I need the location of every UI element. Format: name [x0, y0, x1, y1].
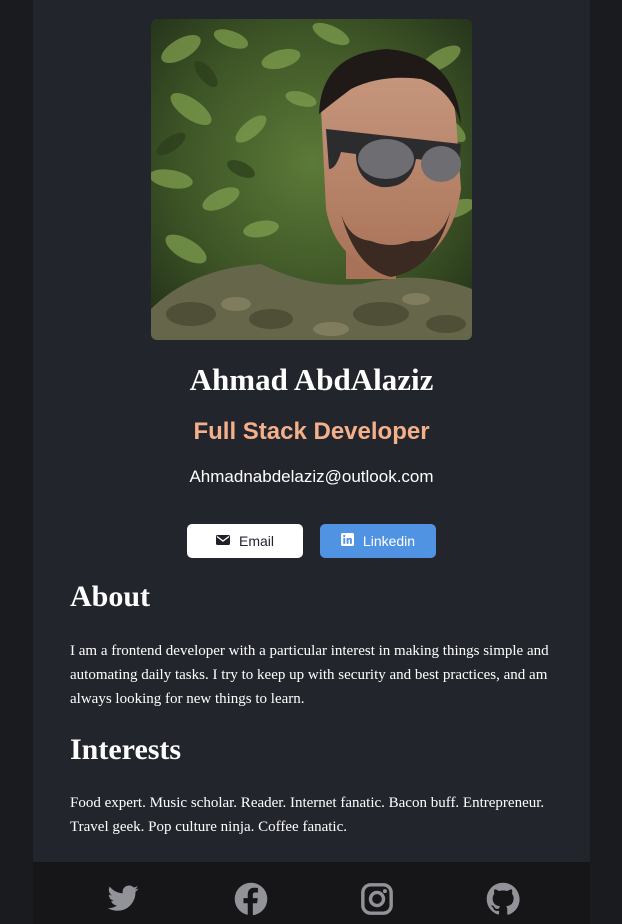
- linkedin-button[interactable]: Linkedin: [320, 524, 436, 558]
- interests-heading: Interests: [70, 733, 182, 766]
- email-button-label: Email: [238, 533, 274, 549]
- github-icon[interactable]: [486, 882, 520, 916]
- profile-card: Ahmad AbdAlaziz Full Stack Developer Ahm…: [33, 0, 590, 924]
- envelope-icon: [215, 533, 230, 549]
- interests-text: Food expert. Music scholar. Reader. Inte…: [70, 795, 545, 835]
- linkedin-icon: [340, 533, 354, 549]
- instagram-icon[interactable]: [360, 882, 394, 916]
- profile-name: Ahmad AbdAlaziz: [189, 362, 434, 397]
- footer: [33, 862, 590, 924]
- about-heading: About: [70, 580, 151, 613]
- facebook-icon[interactable]: [234, 882, 268, 916]
- linkedin-button-label: Linkedin: [362, 533, 416, 549]
- email-button[interactable]: Email: [187, 524, 303, 558]
- twitter-icon[interactable]: [106, 882, 140, 916]
- profile-role: Full Stack Developer: [193, 418, 430, 445]
- about-text: I am a frontend developer with a particu…: [70, 643, 549, 707]
- profile-photo: [151, 19, 472, 340]
- profile-email: Ahmadnabdelaziz@outlook.com: [189, 467, 434, 486]
